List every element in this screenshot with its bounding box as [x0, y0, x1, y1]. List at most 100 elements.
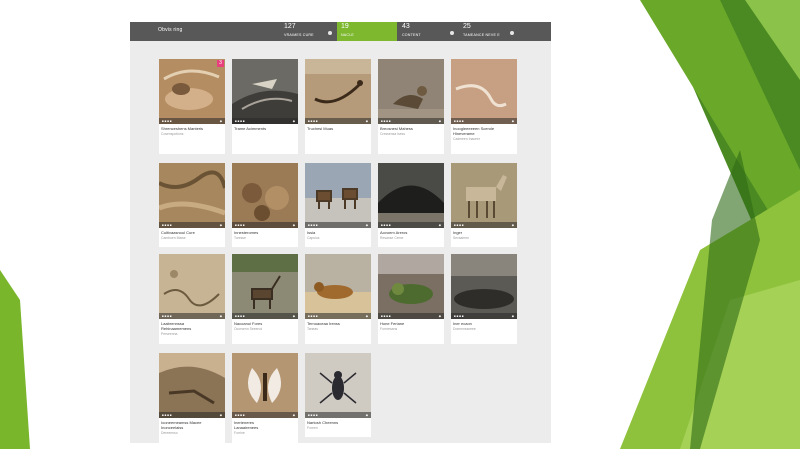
photo-thumbnail[interactable]: ■ ■ ■ ■ ◆	[159, 353, 225, 418]
photo-card[interactable]: ■ ■ ■ ■ ◆ Inger Sevsamen	[451, 163, 517, 247]
photo-thumbnail[interactable]: ■ ■ ■ ■ ◆	[451, 254, 517, 319]
photo-meta-bar: ■ ■ ■ ■ ◆	[159, 412, 225, 418]
photo-thumbnail[interactable]: ■ ■ ■ ■ ◆	[159, 254, 225, 319]
photo-meta-bar: ■ ■ ■ ■ ◆	[305, 412, 371, 418]
photo-thumbnail[interactable]: ■ ■ ■ ■ ◆	[232, 59, 298, 124]
tab-count: 43	[402, 23, 410, 30]
photo-meta-bar: ■ ■ ■ ■ ◆	[232, 313, 298, 319]
photo-meta-bar: ■ ■ ■ ■ ◆	[159, 118, 225, 124]
tab-content[interactable]: 43 CONTENT	[398, 22, 458, 41]
photo-meta-bar: ■ ■ ■ ■ ◆	[451, 313, 517, 319]
tab-label: NACLE	[341, 33, 354, 37]
card-subtitle: Foreen	[307, 426, 318, 430]
card-caption[interactable]: Ternoaceaa Irenss	[307, 321, 369, 326]
photo-card[interactable]: ■ ■ ■ ■ ◆ Innesteromes Toresse	[232, 163, 298, 247]
card-caption[interactable]: Shrenceshens Manteris	[161, 126, 223, 131]
photo-meta-bar: ■ ■ ■ ■ ◆	[378, 313, 444, 319]
photo-card[interactable]: ■ ■ ■ ■ ◆ Laabrennssa Rehinaamemens Perse…	[159, 254, 225, 344]
card-caption-line2[interactable]: Rehinaamemens	[161, 326, 223, 331]
photo-card[interactable]: 3 ■ ■ ■ ■ ◆ Shrenceshens Manteris Cosensp…	[159, 59, 225, 154]
tab-label: VRAIMES CURE	[284, 33, 314, 37]
photo-thumbnail[interactable]: ■ ■ ■ ■ ◆	[378, 254, 444, 319]
card-caption[interactable]: Truchesi Muas	[307, 126, 369, 131]
photo-meta-bar: ■ ■ ■ ■ ◆	[305, 313, 371, 319]
photo-thumbnail[interactable]: ■ ■ ■ ■ ◆	[451, 59, 517, 124]
photo-meta-bar: ■ ■ ■ ■ ◆	[378, 118, 444, 124]
photo-thumbnail[interactable]: ■ ■ ■ ■ ◆	[232, 163, 298, 228]
photo-card[interactable]: ■ ■ ■ ■ ◆ Iooneemeamss Macee Inonceelaiss…	[159, 353, 225, 443]
card-caption-line2[interactable]: Inonceelaiss	[161, 425, 223, 430]
photo-card[interactable]: ■ ■ ■ ■ ◆ Nacoanui Fores Ocorsenn Seeenoi	[232, 254, 298, 344]
card-caption[interactable]: Cultivaasnoul Cure	[161, 230, 223, 235]
card-subtitle: Cambuen Mawe	[161, 236, 186, 240]
card-caption-line2[interactable]: Hineverame	[453, 131, 515, 136]
photo-meta-bar: ■ ■ ■ ■ ◆	[378, 222, 444, 228]
card-subtitle: Sevsamen	[453, 236, 470, 240]
photo-card[interactable]: ■ ■ ■ ■ ◆ Ternoaceaa Irenss Taneas	[305, 254, 371, 344]
card-caption[interactable]: Inger	[453, 230, 515, 235]
photo-thumbnail[interactable]: ■ ■ ■ ■ ◆	[305, 163, 371, 228]
photo-thumbnail[interactable]: ■ ■ ■ ■ ◆	[305, 59, 371, 124]
card-caption[interactable]: Innesteromes	[234, 230, 296, 235]
photo-card[interactable]: ■ ■ ■ ■ ◆ Inerieneres Lanaairenees Forrin…	[232, 353, 298, 443]
tab-count: 19	[341, 23, 349, 30]
photo-thumbnail[interactable]: ■ ■ ■ ■ ◆	[451, 163, 517, 228]
page-title: Obvis ring	[158, 27, 183, 33]
card-caption[interactable]: Breosnesi Mahess	[380, 126, 442, 131]
photo-meta-bar: ■ ■ ■ ■ ◆	[232, 222, 298, 228]
card-subtitle: Dereeenso	[161, 431, 178, 435]
photo-card[interactable]: ■ ■ ■ ■ ◆ Cultivaasnoul Cure Cambuen Mawe	[159, 163, 225, 247]
card-subtitle: Perseenna	[161, 332, 178, 336]
card-subtitle: Fornresans	[380, 327, 398, 331]
photo-thumbnail[interactable]: 3 ■ ■ ■ ■ ◆	[159, 59, 225, 124]
tab-vraimes-cure[interactable]: 127 VRAIMES CURE	[280, 22, 336, 41]
photo-card[interactable]: ■ ■ ■ ■ ◆ Nartosh Cheenns Foreen	[305, 353, 371, 437]
photo-thumbnail[interactable]: ■ ■ ■ ■ ◆	[305, 254, 371, 319]
photo-thumbnail[interactable]: ■ ■ ■ ■ ◆	[232, 353, 298, 418]
card-caption-line2[interactable]: Lanaairenees	[234, 425, 296, 430]
tab-count: 127	[284, 23, 296, 30]
card-caption[interactable]: Nacoanui Fores	[234, 321, 296, 326]
photo-meta-bar: ■ ■ ■ ■ ◆	[305, 118, 371, 124]
card-caption[interactable]: Hone Feriane	[380, 321, 442, 326]
photo-card[interactable]: ■ ■ ■ ■ ◆ Inoogleeeeeen Scerole Hineveram…	[451, 59, 517, 154]
card-subtitle: Cosenspotions	[161, 132, 184, 136]
photo-card[interactable]: ■ ■ ■ ■ ◆ Breosnesi Mahess Cressensa Ises…	[378, 59, 444, 154]
photo-thumbnail[interactable]: ■ ■ ■ ■ ◆	[305, 353, 371, 418]
card-subtitle: Toresse	[234, 236, 246, 240]
card-subtitle: Forrine	[234, 431, 245, 435]
photo-card[interactable]: ■ ■ ■ ■ ◆ Hone Feriane Fornresans	[378, 254, 444, 344]
gallery-header: Obvis ring 127 VRAIMES CURE 19 NACLE 43 …	[130, 22, 551, 41]
gallery-panel: Obvis ring 127 VRAIMES CURE 19 NACLE 43 …	[130, 22, 551, 443]
photo-meta-bar: ■ ■ ■ ■ ◆	[232, 412, 298, 418]
photo-card[interactable]: ■ ■ ■ ■ ◆ Aovoem Areros Resanse Ceme	[378, 163, 444, 247]
photo-meta-bar: ■ ■ ■ ■ ◆	[159, 313, 225, 319]
photo-thumbnail[interactable]: ■ ■ ■ ■ ◆	[232, 254, 298, 319]
flag-badge: 3	[217, 60, 224, 67]
tab-count: 25	[463, 23, 471, 30]
card-caption[interactable]: Iner ecaon	[453, 321, 515, 326]
card-subtitle: Ocorsenn Seeenoi	[234, 327, 263, 331]
card-caption[interactable]: Trame Acimments	[234, 126, 296, 131]
card-subtitle: Resanse Ceme	[380, 236, 404, 240]
photo-meta-bar: ■ ■ ■ ■ ◆	[159, 222, 225, 228]
card-caption[interactable]: Issia	[307, 230, 369, 235]
card-caption[interactable]: Aovoem Areros	[380, 230, 442, 235]
photo-card[interactable]: ■ ■ ■ ■ ◆ Truchesi Muas	[305, 59, 371, 154]
photo-card[interactable]: ■ ■ ■ ■ ◆ Issia Capulos	[305, 163, 371, 247]
tab-tameance[interactable]: 25 TAMEANCE NEVE E	[459, 22, 517, 41]
circle-icon	[450, 31, 454, 35]
photo-meta-bar: ■ ■ ■ ■ ◆	[451, 118, 517, 124]
circle-icon	[328, 31, 332, 35]
photo-card[interactable]: ■ ■ ■ ■ ◆ Iner ecaon Dommnssneee	[451, 254, 517, 344]
photo-thumbnail[interactable]: ■ ■ ■ ■ ◆	[159, 163, 225, 228]
photo-thumbnail[interactable]: ■ ■ ■ ■ ◆	[378, 59, 444, 124]
tab-nacle[interactable]: 19 NACLE	[337, 22, 397, 41]
circle-icon	[510, 31, 514, 35]
tab-label: TAMEANCE NEVE E	[463, 33, 500, 37]
card-caption[interactable]: Nartosh Cheenns	[307, 420, 369, 425]
photo-card[interactable]: ■ ■ ■ ■ ◆ Trame Acimments	[232, 59, 298, 154]
photo-meta-bar: ■ ■ ■ ■ ◆	[232, 118, 298, 124]
photo-meta-bar: ■ ■ ■ ■ ◆	[451, 222, 517, 228]
photo-thumbnail[interactable]: ■ ■ ■ ■ ◆	[378, 163, 444, 228]
